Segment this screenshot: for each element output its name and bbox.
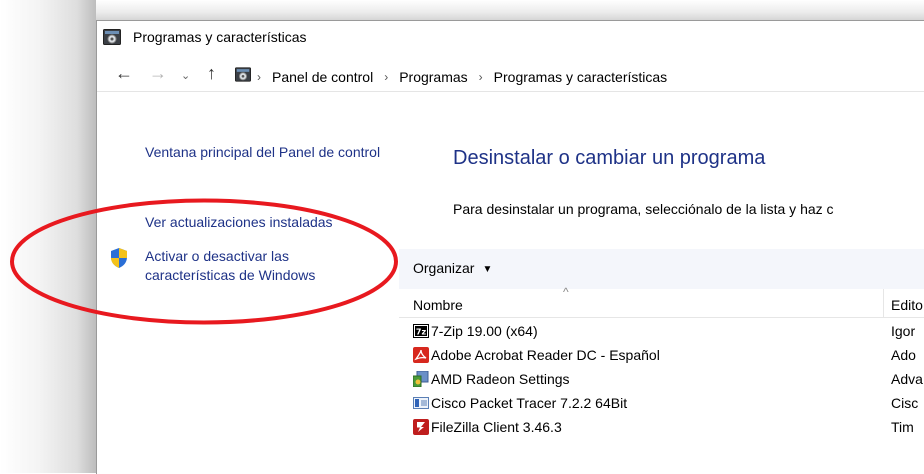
- organize-label: Organizar: [413, 260, 475, 276]
- highlight-ellipse: [10, 198, 398, 325]
- program-name: FileZilla Client 3.46.3: [431, 419, 562, 435]
- column-header-publisher[interactable]: Edito: [891, 297, 923, 313]
- recent-locations-chevron-icon[interactable]: ⌄: [181, 66, 190, 86]
- window-shadow-top: [0, 0, 924, 22]
- program-name: Adobe Acrobat Reader DC - Español: [431, 347, 660, 363]
- program-publisher: Tim: [891, 419, 914, 435]
- svg-text:7z: 7z: [416, 328, 427, 337]
- title-bar: Programas y características: [97, 21, 924, 55]
- back-arrow-icon[interactable]: ←: [115, 63, 133, 83]
- program-publisher: Ado: [891, 347, 916, 363]
- table-row[interactable]: Adobe Acrobat Reader DC - Español Ado: [399, 343, 924, 367]
- breadcrumb: › Panel de control › Programas › Program…: [257, 69, 667, 85]
- organize-button[interactable]: Organizar ▼: [413, 260, 492, 276]
- control-panel-breadcrumb-icon: [235, 67, 251, 87]
- program-name: Cisco Packet Tracer 7.2.2 64Bit: [431, 395, 628, 411]
- table-row[interactable]: AMD Radeon Settings Adva: [399, 367, 924, 391]
- dropdown-caret-icon: ▼: [482, 264, 493, 275]
- control-panel-icon: [103, 29, 121, 50]
- program-publisher: Igor: [891, 323, 916, 339]
- column-header-row: ^ Nombre Edito: [399, 285, 924, 318]
- forward-arrow-icon[interactable]: →: [149, 63, 167, 83]
- table-row[interactable]: FileZilla Client 3.46.3 Tim: [399, 415, 924, 439]
- sort-ascending-icon: ^: [563, 285, 569, 299]
- toolbar: Organizar ▼: [399, 249, 924, 289]
- breadcrumb-separator-icon: ›: [384, 70, 389, 84]
- breadcrumb-control-panel[interactable]: Panel de control: [272, 69, 373, 85]
- breadcrumb-programs[interactable]: Programas: [399, 69, 467, 85]
- amd-radeon-icon: [412, 370, 429, 388]
- page-title: Desinstalar o cambiar un programa: [453, 147, 766, 169]
- column-header-name[interactable]: Nombre: [413, 297, 463, 313]
- page-description: Para desinstalar un programa, seleccióna…: [453, 201, 834, 217]
- address-bar: ← → ⌄ ↑ › Panel de control › Programas ›…: [97, 57, 924, 92]
- table-row[interactable]: Cisco Packet Tracer 7.2.2 64Bit Cisc: [399, 391, 924, 415]
- window-title: Programas y características: [133, 29, 307, 45]
- sidebar-link-control-panel-home[interactable]: Ventana principal del Panel de control: [145, 143, 385, 162]
- filezilla-icon: [413, 419, 429, 435]
- program-name: AMD Radeon Settings: [431, 371, 570, 387]
- up-arrow-icon[interactable]: ↑: [207, 63, 216, 83]
- packet-tracer-icon: [413, 395, 429, 411]
- program-name: 7-Zip 19.00 (x64): [431, 323, 538, 339]
- breadcrumb-programs-and-features[interactable]: Programas y características: [494, 69, 668, 85]
- breadcrumb-separator-icon: ›: [478, 70, 483, 84]
- program-publisher: Cisc: [891, 395, 919, 411]
- program-publisher: Adva: [891, 371, 923, 387]
- 7zip-icon: 7z: [413, 323, 429, 339]
- main-content: Desinstalar o cambiar un programa Para d…: [399, 91, 924, 474]
- breadcrumb-separator-icon: ›: [257, 70, 261, 84]
- acrobat-icon: [413, 347, 429, 363]
- column-divider[interactable]: [883, 289, 884, 317]
- table-row[interactable]: 7z 7-Zip 19.00 (x64) Igor: [399, 319, 924, 343]
